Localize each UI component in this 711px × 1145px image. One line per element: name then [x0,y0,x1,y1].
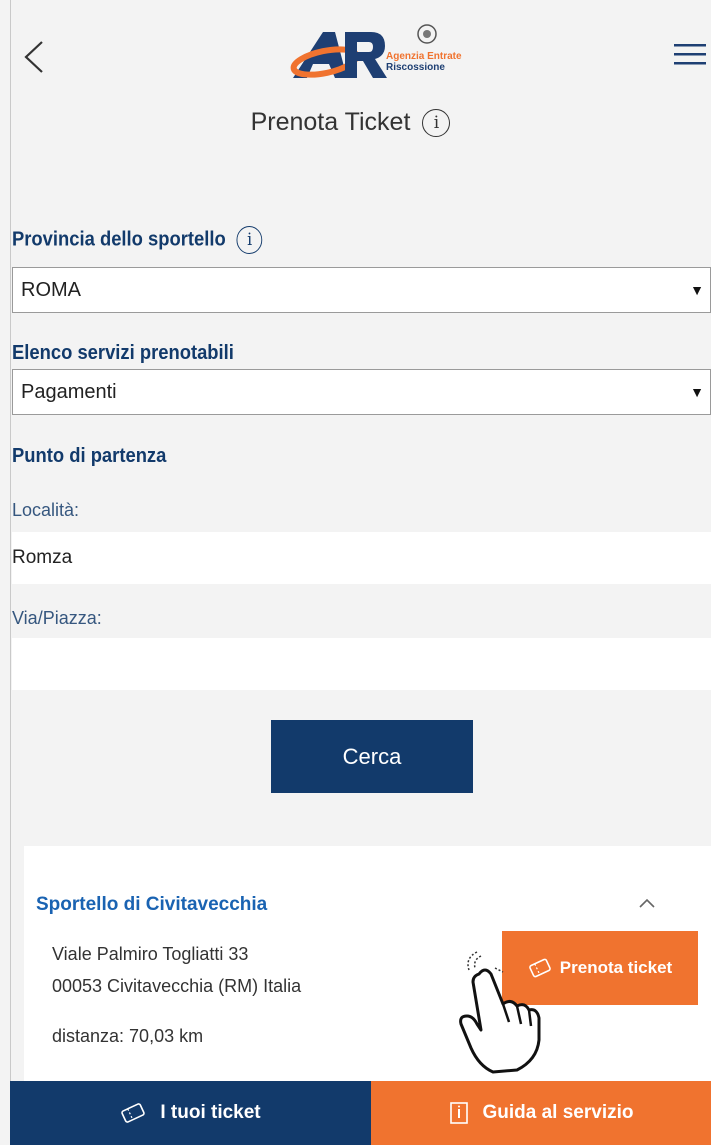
back-arrow-icon[interactable] [16,38,54,76]
result-card: Sportello di Civitavecchia Viale Palmiro… [24,846,711,1086]
localita-label: Località: [12,500,80,520]
page-title-text: Prenota Ticket [250,108,411,136]
via-input[interactable] [12,638,711,690]
my-tickets-label: I tuoi ticket [160,1102,261,1123]
distance-text: distanza: 70,03 km [52,1026,204,1046]
hand-pointer-icon [459,951,541,1074]
dropdown-caret-icon: ▼ [690,282,704,298]
guide-label: Guida al servizio [482,1102,634,1123]
my-tickets-tab[interactable]: I tuoi ticket [10,1081,371,1145]
bottom-bar: I tuoi ticket Guida al servizio [10,1081,711,1145]
ticket-icon [121,1103,146,1123]
provincia-label-text: Provincia dello sportello [12,228,226,251]
guide-tab[interactable]: Guida al servizio [371,1081,711,1145]
localita-value: Romza [12,547,73,568]
servizi-value: Pagamenti [21,381,117,403]
page-title: Prenota Ticket i [0,108,701,138]
logo-text-line2: Riscossione [386,62,445,73]
address-line1: Viale Palmiro Togliatti 33 [52,944,249,964]
guide-book-icon [449,1102,468,1124]
address-line2: 00053 Civitavecchia (RM) Italia [52,976,302,996]
servizi-select[interactable]: Pagamenti ▼ [12,369,711,415]
dropdown-caret-icon: ▼ [690,384,704,400]
provincia-value: ROMA [21,279,81,301]
book-ticket-label: Prenota ticket [559,958,673,977]
servizi-label: Elenco servizi prenotabili [12,342,234,364]
via-label: Via/Piazza: [12,608,102,628]
provincia-label: Provincia dello sportello i [12,226,263,254]
agenzia-entrate-logo: Agenzia Entrate Riscossione [285,18,475,90]
partenza-label: Punto di partenza [12,445,167,467]
chevron-up-icon[interactable] [638,894,656,912]
search-button[interactable]: Cerca [271,720,473,793]
info-icon[interactable]: i [422,109,451,138]
sportello-title[interactable]: Sportello di Civitavecchia [36,894,267,916]
hamburger-menu-icon[interactable] [672,36,708,72]
provincia-select[interactable]: ROMA ▼ [12,267,711,313]
provincia-info-icon[interactable]: i [236,226,263,254]
localita-input[interactable]: Romza [12,532,711,584]
logo-text-line1: Agenzia Entrate [386,51,462,62]
